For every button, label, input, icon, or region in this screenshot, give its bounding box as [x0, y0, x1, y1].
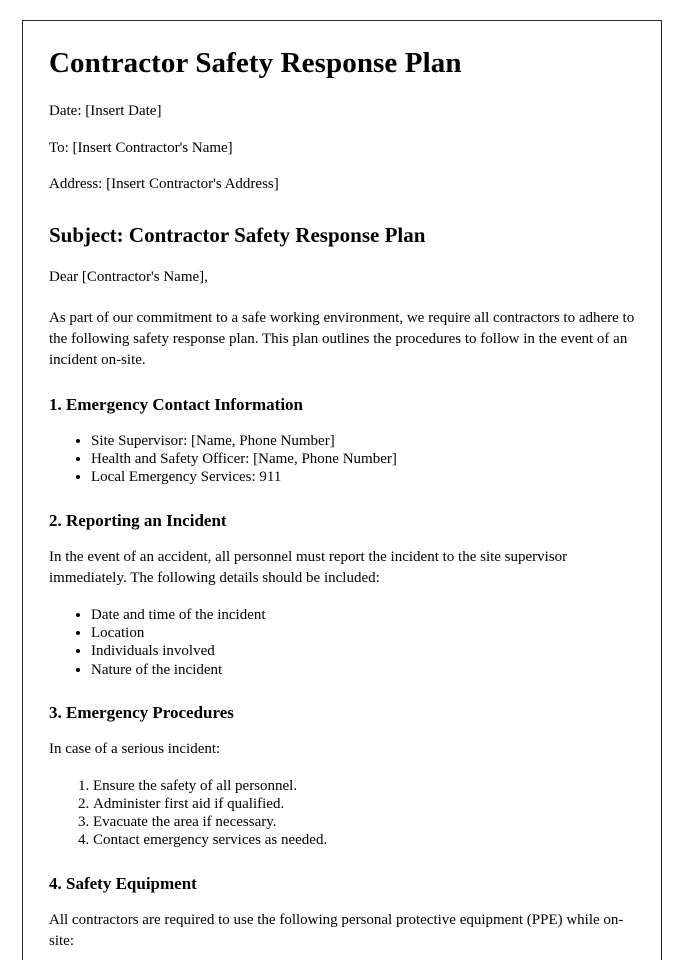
subject-heading: Subject: Contractor Safety Response Plan	[49, 222, 426, 247]
list-item: Ensure the safety of all personnel.	[93, 777, 635, 795]
list-item: Site Supervisor: [Name, Phone Number]	[91, 432, 635, 450]
section-heading-emergency-procedures: 3. Emergency Procedures	[49, 702, 234, 722]
meta-line-address: Address: [Insert Contractor's Address]	[49, 176, 279, 193]
list-item: Health and Safety Officer: [Name, Phone …	[91, 450, 635, 468]
salutation: Dear [Contractor's Name],	[49, 269, 208, 286]
section-heading-emergency-contact-information: 1. Emergency Contact Information	[49, 395, 304, 415]
list-item: Local Emergency Services: 911	[91, 468, 635, 486]
document-body: Contractor Safety Response Plan Date: [I…	[23, 21, 661, 953]
list-item: Location	[91, 624, 635, 642]
list-item: Evacuate the area if necessary.	[93, 813, 635, 831]
intro-paragraph: As part of our commitment to a safe work…	[49, 309, 635, 369]
list-item: Administer first aid if qualified.	[93, 795, 635, 813]
list-item: Nature of the incident	[91, 661, 635, 679]
section-3-paragraph: In case of a serious incident:	[49, 741, 221, 758]
section-heading-reporting-an-incident: 2. Reporting an Incident	[49, 510, 227, 530]
section-heading-safety-equipment: 4. Safety Equipment	[49, 873, 197, 893]
meta-line-date: Date: [Insert Date]	[49, 103, 162, 120]
list-item: Date and time of the incident	[91, 606, 635, 624]
section-2-paragraph: In the event of an accident, all personn…	[49, 549, 568, 587]
page-title: Contractor Safety Response Plan	[49, 47, 462, 79]
section-2-list: Date and time of the incident Location I…	[49, 606, 635, 679]
section-3-list: Ensure the safety of all personnel. Admi…	[49, 777, 635, 850]
list-item: Contact emergency services as needed.	[93, 831, 635, 849]
document-page: Contractor Safety Response Plan Date: [I…	[22, 20, 662, 960]
section-1-list: Site Supervisor: [Name, Phone Number] He…	[49, 432, 635, 487]
section-4-paragraph: All contractors are required to use the …	[49, 912, 624, 950]
list-item: Individuals involved	[91, 642, 635, 660]
meta-line-recipient: To: [Insert Contractor's Name]	[49, 139, 233, 156]
